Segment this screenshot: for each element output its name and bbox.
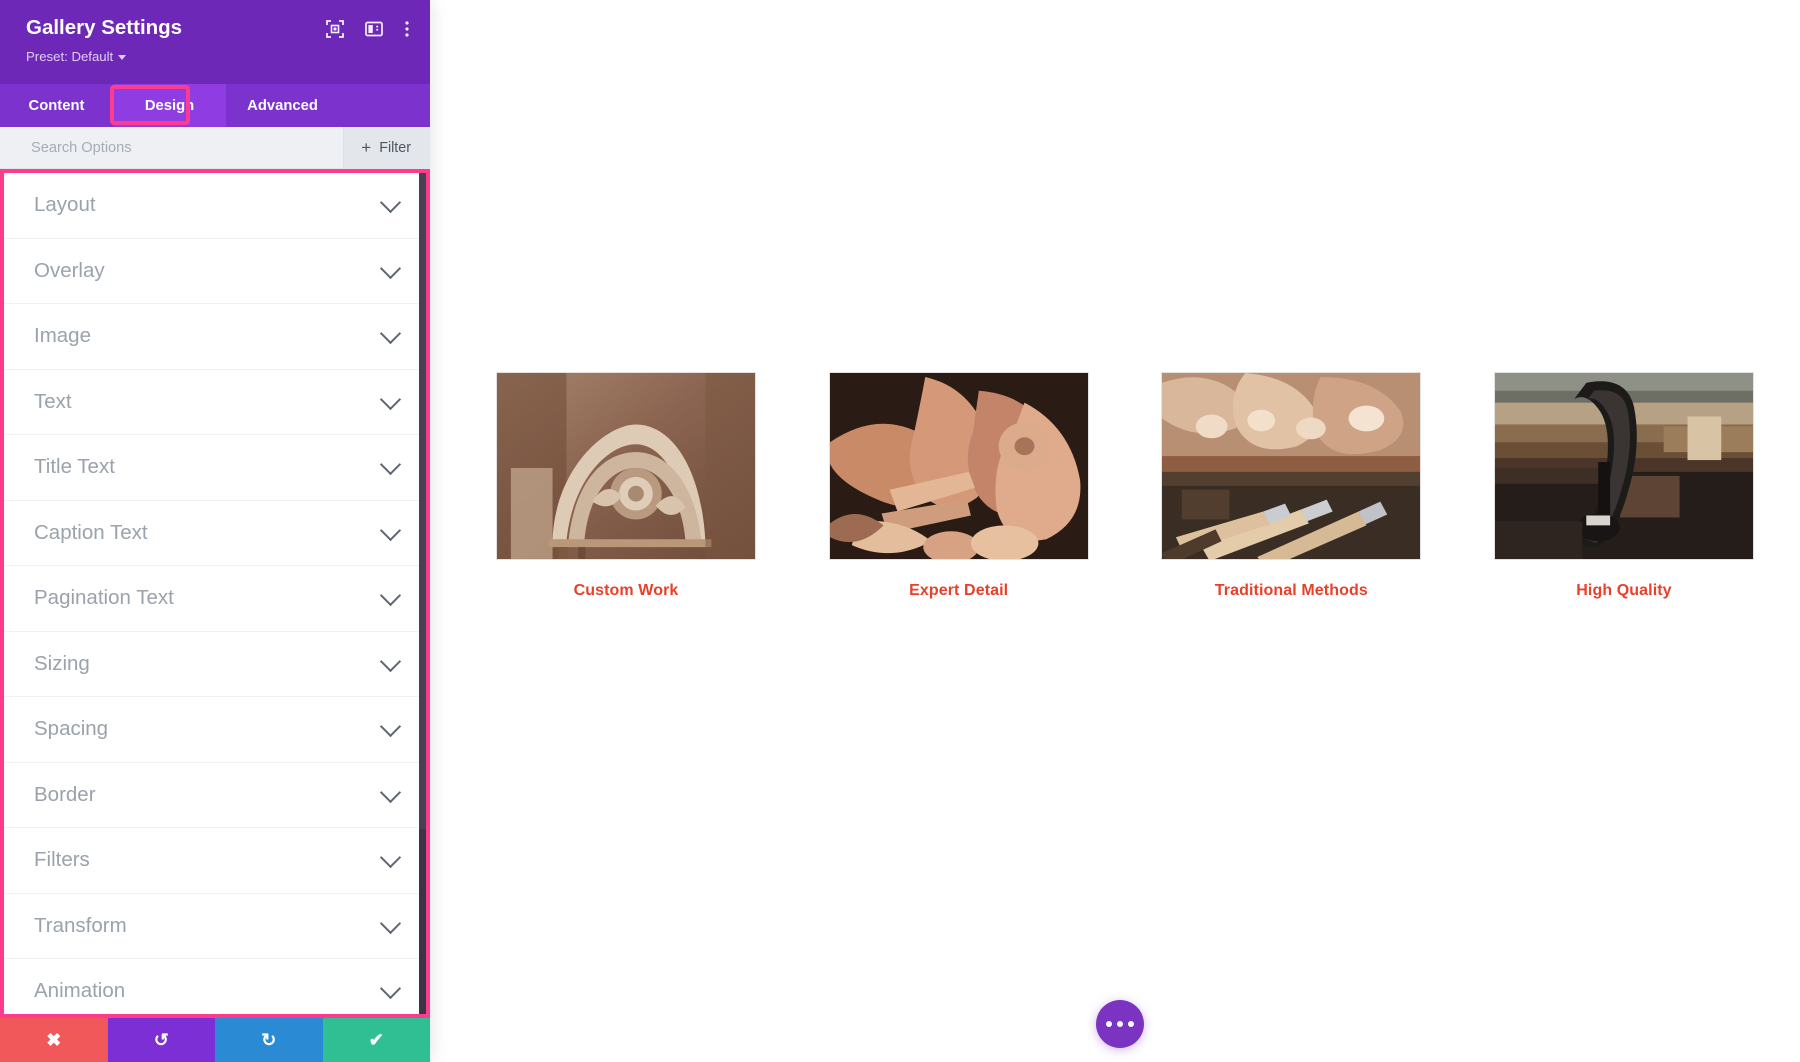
chevron-down-icon: [379, 454, 402, 476]
redo-button[interactable]: ↻: [215, 1018, 323, 1062]
option-group-caption-text[interactable]: Caption Text: [4, 500, 426, 566]
gallery-item[interactable]: Traditional Methods: [1161, 372, 1422, 600]
check-icon: ✔: [368, 1030, 384, 1050]
option-group-label: Filters: [34, 848, 90, 872]
option-group-layout[interactable]: Layout: [4, 173, 426, 239]
search-input[interactable]: [0, 139, 344, 156]
option-group-label: Image: [34, 324, 91, 348]
tab-advanced-label: Advanced: [247, 97, 318, 114]
cancel-button[interactable]: ✖: [0, 1018, 108, 1062]
chevron-down-icon: [379, 388, 402, 410]
option-group-label: Animation: [34, 979, 126, 1003]
preset-label: Preset: Default: [26, 49, 114, 64]
tab-content-label: Content: [28, 97, 85, 114]
option-group-label: Overlay: [34, 258, 105, 282]
scrollbar-thumb[interactable]: [419, 173, 426, 829]
option-group-label: Title Text: [34, 455, 115, 479]
design-options-list[interactable]: Layout Overlay Image Text Title Text Cap…: [4, 173, 426, 1014]
chevron-down-icon: [379, 781, 402, 803]
page-settings-button[interactable]: [1096, 1000, 1144, 1048]
option-group-sizing[interactable]: Sizing: [4, 631, 426, 697]
design-options-highlight: Layout Overlay Image Text Title Text Cap…: [0, 169, 430, 1018]
option-group-image[interactable]: Image: [4, 304, 426, 370]
focus-target-icon[interactable]: [326, 20, 344, 43]
chevron-down-icon: [118, 55, 127, 60]
chevron-down-icon: [379, 847, 402, 869]
chevron-down-icon: [379, 519, 402, 541]
option-group-label: Layout: [34, 193, 96, 217]
panel-layout-icon[interactable]: [365, 20, 383, 43]
panel-tabs: Content Design Advanced: [0, 84, 430, 127]
settings-panel: Gallery Settings Preset: Default Content…: [0, 0, 430, 1062]
chevron-down-icon: [379, 323, 402, 345]
filter-button-label: Filter: [379, 139, 411, 156]
chevron-down-icon: [379, 978, 402, 1000]
option-group-overlay[interactable]: Overlay: [4, 238, 426, 304]
gallery-item[interactable]: High Quality: [1493, 372, 1754, 600]
tab-content[interactable]: Content: [0, 84, 113, 127]
chevron-down-icon: [379, 912, 402, 934]
undo-button[interactable]: ↺: [107, 1018, 215, 1062]
gallery-item[interactable]: Expert Detail: [828, 372, 1089, 600]
panel-action-bar: ✖ ↺ ↻ ✔: [0, 1018, 430, 1062]
tab-design-label: Design: [144, 97, 195, 114]
gallery-image-3[interactable]: [1161, 372, 1422, 560]
option-group-animation[interactable]: Animation: [4, 959, 426, 1014]
option-group-label: Pagination Text: [34, 586, 174, 610]
filter-button[interactable]: + Filter: [343, 127, 430, 168]
option-group-label: Border: [34, 782, 96, 806]
option-group-transform[interactable]: Transform: [4, 893, 426, 959]
gallery-caption: High Quality: [1576, 582, 1672, 599]
dot-icon: [1128, 1021, 1134, 1027]
option-group-label: Spacing: [34, 717, 109, 741]
page-title: Gallery Settings: [26, 16, 183, 39]
chevron-down-icon: [379, 650, 402, 672]
redo-icon: ↻: [261, 1030, 277, 1050]
option-group-label: Caption Text: [34, 520, 148, 544]
panel-header-icons: [326, 16, 410, 43]
option-group-filters[interactable]: Filters: [4, 828, 426, 894]
chevron-down-icon: [379, 257, 402, 279]
tab-design[interactable]: Design: [113, 84, 226, 127]
tab-advanced[interactable]: Advanced: [226, 84, 339, 127]
option-group-label: Transform: [34, 913, 127, 937]
option-group-label: Text: [34, 389, 72, 413]
option-group-label: Sizing: [34, 651, 90, 675]
option-group-text[interactable]: Text: [4, 369, 426, 435]
gallery-image-1[interactable]: [496, 372, 756, 560]
undo-icon: ↺: [153, 1030, 169, 1050]
chevron-down-icon: [379, 716, 402, 738]
save-button[interactable]: ✔: [322, 1018, 430, 1062]
gallery-image-2[interactable]: [828, 372, 1089, 560]
option-group-title-text[interactable]: Title Text: [4, 435, 426, 501]
search-bar: + Filter: [0, 127, 430, 169]
panel-header: Gallery Settings Preset: Default: [0, 0, 430, 84]
panel-scrollbar[interactable]: [419, 173, 426, 1014]
chevron-down-icon: [379, 192, 402, 214]
gallery-caption: Expert Detail: [909, 582, 1009, 599]
preset-selector[interactable]: Preset: Default: [26, 49, 127, 64]
gallery-caption: Custom Work: [573, 582, 679, 599]
dot-icon: [1106, 1021, 1112, 1027]
gallery-image-4[interactable]: [1493, 372, 1754, 560]
gallery-module: Custom Work Expert Detail Traditional Me…: [496, 372, 1754, 600]
option-group-spacing[interactable]: Spacing: [4, 697, 426, 763]
option-group-pagination-text[interactable]: Pagination Text: [4, 566, 426, 632]
dot-icon: [1117, 1021, 1123, 1027]
gallery-item[interactable]: Custom Work: [496, 372, 756, 600]
plus-icon: +: [361, 138, 372, 157]
gallery-caption: Traditional Methods: [1214, 582, 1368, 599]
close-icon: ✖: [46, 1030, 62, 1050]
option-group-border[interactable]: Border: [4, 762, 426, 828]
chevron-down-icon: [379, 585, 402, 607]
vertical-dots-icon[interactable]: [404, 20, 410, 43]
